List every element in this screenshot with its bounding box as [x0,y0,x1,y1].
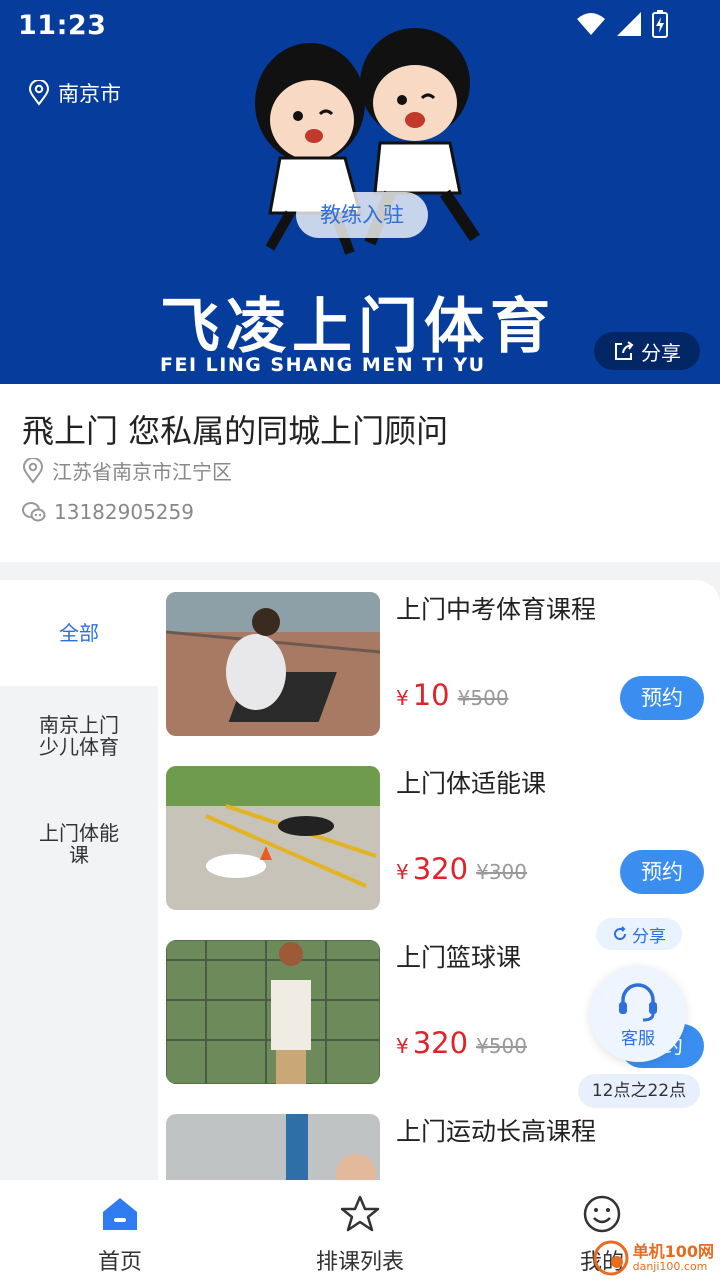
nav-home[interactable]: 首页 [40,1194,200,1276]
course-item[interactable]: 上门中考体育课程 ¥ 10 ¥500 预约 [166,580,720,736]
course-thumbnail [166,766,380,910]
category-sidebar: 全部 南京上门少儿体育 上门体能课 [0,580,158,1180]
sidebar-item-fitness[interactable]: 上门体能课 [0,822,158,866]
course-item[interactable]: 上门体适能课 ¥ 320 ¥300 预约 [166,754,720,910]
price-original: ¥500 [457,686,509,710]
headset-icon [619,983,657,1022]
price-original: ¥500 [476,1034,527,1058]
sidebar-item-all[interactable]: 全部 [0,580,158,686]
wechat-icon [22,502,46,522]
phone-text: 13182905259 [54,500,194,524]
course-price: ¥ 320 ¥300 [396,852,527,886]
star-icon [340,1195,380,1232]
status-icons [576,10,668,38]
address-text: 江苏省南京市江宁区 [52,460,232,484]
course-thumbnail [166,592,380,736]
course-price: ¥ 10 ¥500 [396,678,509,712]
smiley-icon [583,1195,621,1233]
course-thumbnail [166,1114,380,1180]
location-pin-icon [22,457,44,484]
customer-service-button[interactable]: 客服 [590,966,686,1062]
location-selector[interactable]: 南京市 [28,78,121,108]
price-original: ¥300 [476,860,527,884]
course-name: 上门体适能课 [396,769,547,798]
service-hours: 12点之22点 [578,1074,700,1108]
location-label: 南京市 [58,82,121,106]
coach-join-button[interactable]: 教练入驻 [296,192,428,238]
share-label: 分享 [641,340,681,365]
brand-subtitle: FEI LING SHANG MEN TI YU [160,354,486,376]
course-name: 上门中考体育课程 [396,595,597,624]
share-button[interactable]: 分享 [594,332,700,370]
bottom-nav: 首页 排课列表 我的 单机100网 danji100.com [0,1180,720,1280]
sidebar-item-kids-sports[interactable]: 南京上门少儿体育 [0,714,158,758]
course-item[interactable]: 上门运动长高课程 [166,1102,720,1180]
course-thumbnail [166,940,380,1084]
site-watermark: 单机100网 danji100.com [593,1240,714,1276]
watermark-text: 单机100网 [632,1241,714,1261]
book-button[interactable]: 预约 [620,676,704,720]
price-current: 320 [412,852,469,886]
battery-icon [652,10,668,38]
shop-title: 飛上门 您私属的同城上门顾问 [22,412,449,450]
wifi-icon [577,13,605,35]
address-row[interactable]: 江苏省南京市江宁区 [22,456,232,485]
course-name: 上门运动长高课程 [396,1117,597,1146]
floating-share-button[interactable]: 分享 [596,918,682,950]
shop-info-card: 飛上门 您私属的同城上门顾问 江苏省南京市江宁区 13182905259 [0,384,720,562]
watermark-url: danji100.com [632,1259,708,1273]
refresh-share-icon [614,926,626,940]
price-currency: ¥ [396,1034,409,1058]
nav-home-label: 首页 [97,1250,142,1275]
price-current: 320 [412,1026,469,1060]
customer-service-label: 客服 [621,1029,655,1049]
nav-schedule[interactable]: 排课列表 [280,1194,440,1276]
signal-icon [617,12,641,36]
home-icon [103,1198,137,1230]
price-currency: ¥ [396,686,409,710]
header-banner: 11:23 南京市 教练入驻 飞凌上门体育 FEI LING SHANG MEN… [0,0,720,384]
location-pin-icon [28,80,50,106]
watermark-logo-icon [593,1240,629,1276]
share-icon [615,341,634,360]
nav-schedule-label: 排课列表 [315,1250,404,1275]
course-name: 上门篮球课 [396,943,522,972]
price-currency: ¥ [396,860,409,884]
price-current: 10 [412,678,450,712]
phone-row[interactable]: 13182905259 [22,500,194,524]
book-button[interactable]: 预约 [620,850,704,894]
brand-title: 飞凌上门体育 [160,292,556,362]
course-price: ¥ 320 ¥500 [396,1026,527,1060]
status-time: 11:23 [18,10,107,41]
floating-share-label: 分享 [632,926,666,947]
